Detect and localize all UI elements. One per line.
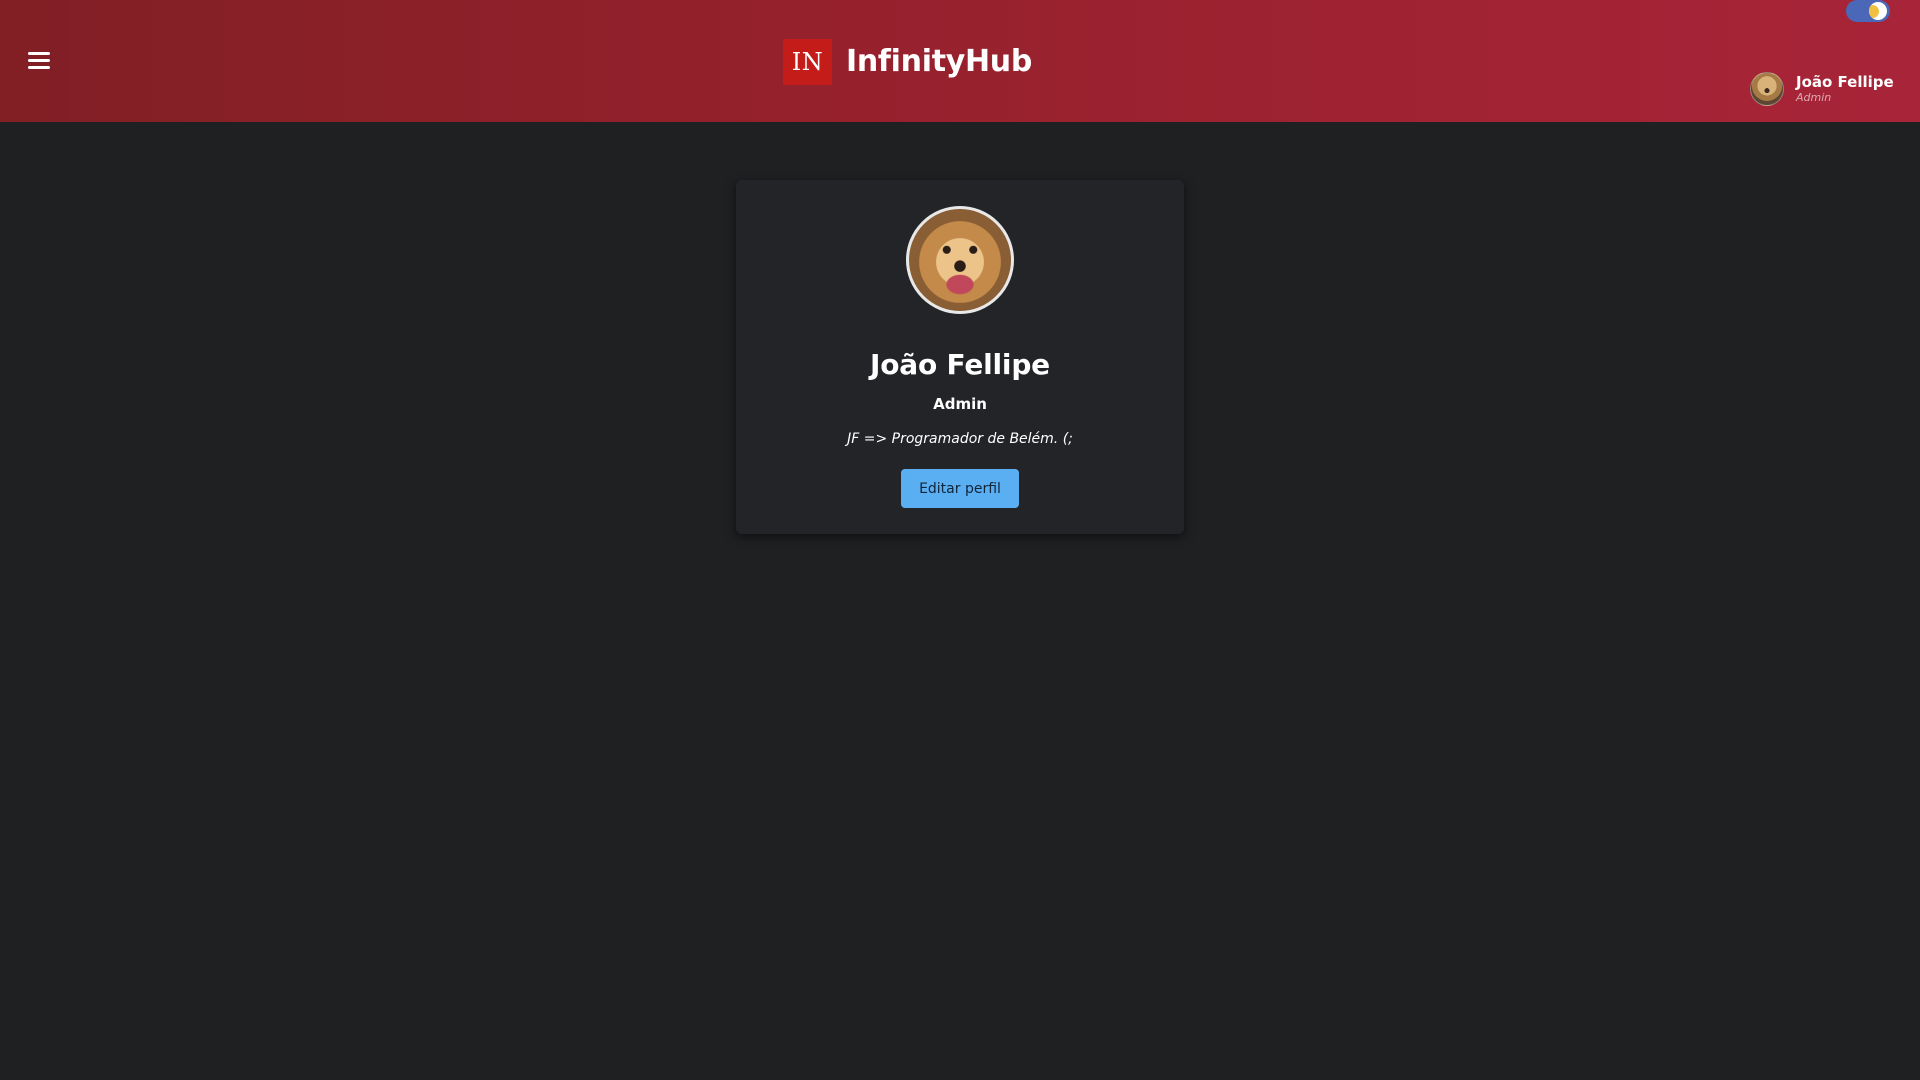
brand[interactable]: IN InfinityHub — [783, 38, 1032, 85]
brand-logo: IN — [783, 38, 832, 85]
avatar — [1750, 72, 1784, 106]
user-role: Admin — [1796, 91, 1832, 104]
profile-bio: JF => Programador de Belém. (; — [847, 431, 1073, 447]
user-name: João Fellipe — [1796, 73, 1894, 91]
user-info: João Fellipe Admin — [1796, 73, 1894, 104]
hamburger-menu-icon[interactable] — [28, 50, 50, 72]
brand-name: InfinityHub — [846, 44, 1033, 79]
profile-avatar — [906, 206, 1014, 314]
moon-icon — [1869, 2, 1887, 20]
profile-name: João Fellipe — [870, 348, 1050, 381]
edit-profile-button[interactable]: Editar perfil — [901, 469, 1019, 508]
theme-toggle[interactable] — [1846, 0, 1890, 22]
top-header: IN InfinityHub João Fellipe Admin — [0, 0, 1920, 122]
profile-card: João Fellipe Admin JF => Programador de … — [736, 180, 1184, 534]
user-menu[interactable]: João Fellipe Admin — [1750, 72, 1894, 106]
profile-role: Admin — [933, 395, 987, 413]
